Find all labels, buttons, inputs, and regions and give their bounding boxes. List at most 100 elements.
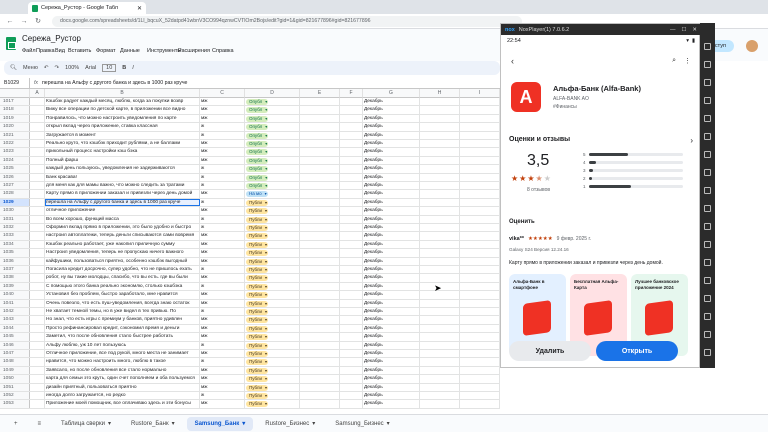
status-dropdown-chip[interactable]: Публи [246,359,269,366]
empty-cell[interactable] [420,156,460,165]
empty-cell[interactable] [300,316,340,324]
empty-cell[interactable] [420,249,460,257]
empty-cell[interactable] [30,299,45,307]
column-header[interactable]: F [340,89,363,98]
empty-cell[interactable] [420,215,460,223]
status-cell[interactable]: Опубл [245,123,300,131]
empty-cell[interactable] [460,324,500,333]
nox-tool-icon[interactable] [704,313,711,320]
month-cell[interactable]: Декабрь [363,232,420,240]
status-dropdown-chip[interactable]: Публи [246,225,269,231]
empty-cell[interactable] [460,266,500,274]
empty-cell[interactable] [30,333,45,341]
empty-cell[interactable] [30,350,45,358]
empty-cell[interactable] [30,173,45,181]
empty-cell[interactable] [340,182,363,190]
bold-icon[interactable]: B [122,65,126,71]
row-number[interactable]: 1031 [0,215,30,223]
empty-cell[interactable] [300,198,340,207]
row-number[interactable]: 1040 [0,291,30,299]
month-cell[interactable]: Декабрь [363,333,420,341]
empty-cell[interactable] [30,291,45,299]
status-cell[interactable]: Публи [245,257,300,265]
empty-cell[interactable] [460,383,500,391]
empty-cell[interactable] [340,392,363,400]
document-title[interactable]: Сережа_Рустор [22,34,81,43]
row-number[interactable]: 1044 [0,324,30,333]
gender-cell[interactable]: мж [200,190,245,198]
empty-cell[interactable] [420,182,460,190]
gender-cell[interactable]: мж [200,333,245,341]
month-cell[interactable]: Декабрь [363,249,420,257]
sheet-tab[interactable]: Rustore_Банк ▾ [123,417,183,431]
empty-cell[interactable] [460,140,500,148]
row-number[interactable]: 1041 [0,299,30,307]
empty-cell[interactable] [300,257,340,265]
review-text-cell[interactable]: Заявсало, но после обновления все стало … [45,366,200,375]
row-number[interactable]: 1033 [0,232,30,240]
column-header[interactable]: A [30,89,45,98]
review-text-cell[interactable]: Реально круто, что кэшбэк приходит рубля… [45,140,200,148]
status-dropdown-chip[interactable]: Публи [246,325,269,332]
empty-cell[interactable] [30,207,45,215]
gender-cell[interactable]: ж [200,341,245,349]
empty-cell[interactable] [340,240,363,249]
gender-cell[interactable]: мж [200,324,245,333]
row-number[interactable]: 1048 [0,358,30,366]
empty-cell[interactable] [300,182,340,190]
empty-cell[interactable] [300,375,340,383]
empty-cell[interactable] [300,400,340,408]
status-cell[interactable]: Публи [245,308,300,316]
sheet-tab[interactable]: Samsung_Банк ▾ [186,416,254,431]
url-field[interactable]: docs.google.com/spreadsheets/d/1Ll_bqcuX… [52,15,522,27]
status-dropdown-chip[interactable]: Опубл [246,132,269,139]
review-text-cell[interactable]: перешла на Альфу с другого банка и здесь… [45,198,200,207]
status-cell[interactable]: Публи [245,350,300,358]
empty-cell[interactable] [420,207,460,215]
empty-cell[interactable] [340,383,363,391]
app-category-tag[interactable]: #Финансы [553,104,577,110]
row-number[interactable]: 1051 [0,383,30,391]
row-number[interactable]: 1047 [0,350,30,358]
gender-cell[interactable]: мж [200,299,245,307]
empty-cell[interactable] [300,123,340,131]
empty-cell[interactable] [340,257,363,265]
status-cell[interactable]: Публи [245,249,300,257]
font-select[interactable]: Arial [85,65,96,71]
empty-cell[interactable] [460,392,500,400]
status-dropdown-chip[interactable]: Опубл [246,157,269,164]
nox-tool-icon[interactable] [704,133,711,140]
empty-cell[interactable] [30,383,45,391]
empty-cell[interactable] [340,291,363,299]
empty-cell[interactable] [300,106,340,114]
status-cell[interactable]: Публи [245,392,300,400]
row-number[interactable]: 1045 [0,333,30,341]
empty-cell[interactable] [460,198,500,207]
empty-cell[interactable] [300,165,340,173]
close-icon[interactable]: ✕ [692,27,697,33]
row-number[interactable]: 1042 [0,308,30,316]
chevron-down-icon[interactable]: ▾ [312,417,315,431]
empty-cell[interactable] [30,232,45,240]
status-cell[interactable]: Публи [245,341,300,349]
status-cell[interactable]: Опубл [245,148,300,156]
empty-cell[interactable] [300,333,340,341]
month-cell[interactable]: Декабрь [363,165,420,173]
gender-cell[interactable]: мж [200,375,245,383]
gender-cell[interactable]: ж [200,215,245,223]
empty-cell[interactable] [300,232,340,240]
status-dropdown-chip[interactable]: Публи [246,351,269,357]
month-cell[interactable]: Декабрь [363,240,420,249]
empty-cell[interactable] [420,350,460,358]
row-number[interactable]: 1035 [0,249,30,257]
status-cell[interactable]: Публи [245,198,300,207]
status-dropdown-chip[interactable]: Опубл [246,141,269,147]
status-dropdown-chip[interactable]: Опубл [246,166,269,173]
add-sheet-icon[interactable]: + [6,417,26,431]
empty-cell[interactable] [300,148,340,156]
empty-cell[interactable] [340,366,363,375]
back-icon[interactable]: ‹ [511,56,514,66]
empty-cell[interactable] [300,215,340,223]
uninstall-button[interactable]: Удалить [509,341,591,361]
status-dropdown-chip[interactable]: Публи [246,384,269,391]
